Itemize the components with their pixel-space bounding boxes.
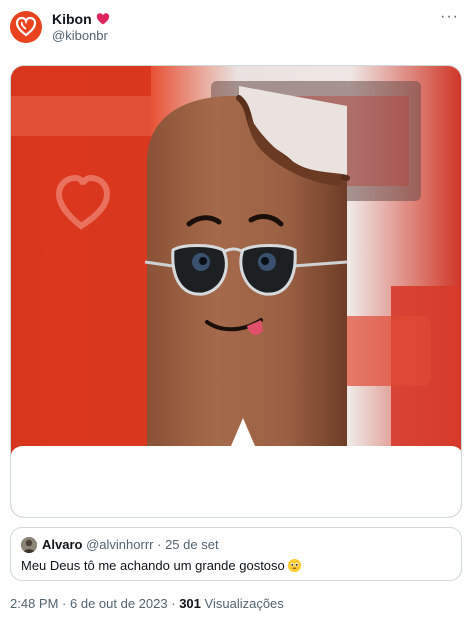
meta-separator: · [157, 537, 162, 552]
tweet-date[interactable]: 6 de out de 2023 [70, 596, 168, 611]
quoted-tweet-text: Meu Deus tô me achando um grande gostoso [21, 558, 302, 573]
views-count[interactable]: 301 [179, 596, 201, 611]
ice-cream-mascot-image [11, 66, 461, 517]
quoted-tweet-date[interactable]: 25 de set [165, 537, 219, 552]
kibon-heart-logo-icon [15, 16, 37, 37]
quoted-author-avatar[interactable] [21, 537, 37, 553]
tweet-time[interactable]: 2:48 PM [10, 596, 58, 611]
quoted-author-handle[interactable]: @alvinhorrr [86, 537, 153, 552]
more-options-icon[interactable]: ··· [440, 8, 459, 26]
person-avatar-icon [21, 537, 37, 553]
quoted-author-name[interactable]: Alvaro [42, 537, 82, 552]
footer-separator-2: · [171, 596, 176, 611]
author-handle[interactable]: @kibonbr [52, 28, 108, 43]
tweet-footer: 2:48 PM · 6 de out de 2023 · 301 Visuali… [10, 596, 284, 611]
footer-separator: · [62, 596, 67, 611]
author-name[interactable]: Kibon [52, 11, 92, 27]
tweet-image[interactable] [10, 65, 462, 518]
author-name-row: Kibon [52, 11, 110, 27]
kibon-avatar[interactable] [10, 11, 42, 43]
views-label[interactable]: Visualizações [205, 596, 284, 611]
quoted-tweet-header: Alvaro @alvinhorrr · 25 de set [42, 537, 219, 552]
red-heart-icon [96, 13, 109, 25]
quoted-tweet-body: Meu Deus tô me achando um grande gostoso [21, 558, 285, 573]
quoted-tweet[interactable]: Alvaro @alvinhorrr · 25 de set Meu Deus … [10, 527, 462, 581]
pleading-face-emoji-icon [288, 559, 302, 572]
